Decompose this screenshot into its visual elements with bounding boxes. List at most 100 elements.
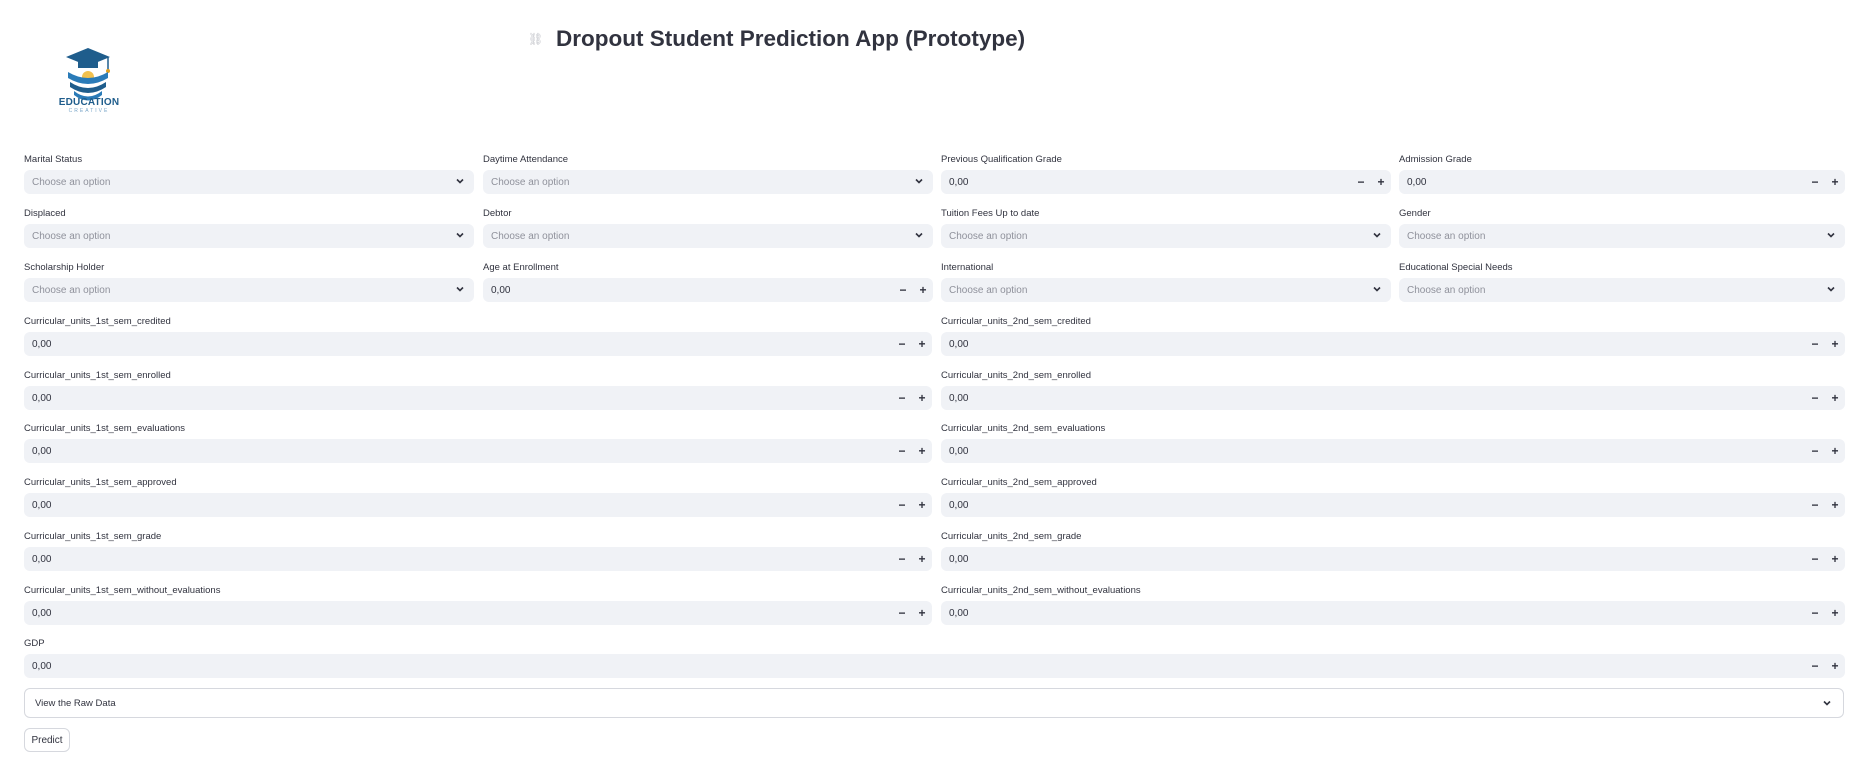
field-label: Curricular_units_1st_sem_without_evaluat… (24, 585, 221, 596)
plus-icon[interactable]: + (1825, 332, 1845, 356)
cu1-credited-input[interactable]: 0,00 − + (24, 332, 932, 356)
international-select[interactable]: Choose an option (941, 278, 1391, 302)
admission-grade-field: Admission Grade 0,00 − + (1399, 154, 1845, 194)
number-stepper: − + (1805, 170, 1845, 194)
field-label: Admission Grade (1399, 154, 1472, 165)
number-value: 0,00 (949, 445, 969, 457)
cu1-without-evaluations-input[interactable]: 0,00 − + (24, 601, 932, 625)
number-stepper: − + (1805, 439, 1845, 463)
minus-icon[interactable]: − (892, 439, 912, 463)
page-title: Dropout Student Prediction App (Prototyp… (556, 26, 1026, 51)
debtor-select[interactable]: Choose an option (483, 224, 933, 248)
minus-icon[interactable]: − (1805, 170, 1825, 194)
minus-icon[interactable]: − (1805, 493, 1825, 517)
logo-subtext: CREATIVE (68, 108, 110, 114)
field-label: Curricular_units_1st_sem_evaluations (24, 423, 186, 434)
cu2-without-evaluations-input[interactable]: 0,00 − + (941, 601, 1845, 625)
field-label: International (941, 262, 994, 273)
previous-qualification-grade-input[interactable]: 0,00 − + (941, 170, 1391, 194)
plus-icon[interactable]: + (1825, 601, 1845, 625)
number-stepper: − + (892, 386, 932, 410)
number-stepper: − + (893, 278, 933, 302)
cu1-evaluations-input[interactable]: 0,00 − + (24, 439, 932, 463)
select-placeholder: Choose an option (32, 230, 111, 242)
number-value: 0,00 (949, 338, 969, 350)
cu2-enrolled-input[interactable]: 0,00 − + (941, 386, 1845, 410)
cu2-grade-input[interactable]: 0,00 − + (941, 547, 1845, 571)
cu1-grade-input[interactable]: 0,00 − + (24, 547, 932, 571)
minus-icon[interactable]: − (1805, 601, 1825, 625)
plus-icon[interactable]: + (912, 332, 932, 356)
minus-icon[interactable]: − (1351, 170, 1371, 194)
plus-icon[interactable]: + (1825, 170, 1845, 194)
field-label: Displaced (24, 208, 66, 219)
cu1-enrolled-input[interactable]: 0,00 − + (24, 386, 932, 410)
number-value: 0,00 (491, 284, 511, 296)
select-placeholder: Choose an option (32, 284, 111, 296)
field-label: Scholarship Holder (24, 262, 105, 273)
minus-icon[interactable]: − (892, 601, 912, 625)
plus-icon[interactable]: + (1825, 439, 1845, 463)
displaced-select[interactable]: Choose an option (24, 224, 474, 248)
plus-icon[interactable]: + (1825, 547, 1845, 571)
minus-icon[interactable]: − (892, 386, 912, 410)
select-placeholder: Choose an option (491, 230, 570, 242)
select-placeholder: Choose an option (491, 176, 570, 188)
chevron-down-icon (1827, 232, 1835, 238)
minus-icon[interactable]: − (1805, 386, 1825, 410)
field-label: Curricular_units_2nd_sem_approved (941, 477, 1097, 488)
number-stepper: − + (1805, 332, 1845, 356)
admission-grade-input[interactable]: 0,00 − + (1399, 170, 1845, 194)
plus-icon[interactable]: + (1825, 654, 1845, 678)
link-icon[interactable]: ⛓ (528, 32, 543, 46)
cu2-enrolled-field: Curricular_units_2nd_sem_enrolled 0,00 −… (941, 370, 1845, 410)
logo-text: EDUCATION (58, 97, 120, 108)
plus-icon[interactable]: + (912, 439, 932, 463)
raw-data-expander[interactable]: View the Raw Data (24, 688, 1844, 718)
gdp-input[interactable]: 0,00 − + (24, 654, 1845, 678)
number-stepper: − + (1351, 170, 1391, 194)
chevron-down-icon (456, 286, 464, 292)
minus-icon[interactable]: − (893, 278, 913, 302)
number-stepper: − + (892, 439, 932, 463)
chevron-down-icon (1827, 286, 1835, 292)
field-label: Debtor (483, 208, 512, 219)
cu1-approved-input[interactable]: 0,00 − + (24, 493, 932, 517)
gender-select[interactable]: Choose an option (1399, 224, 1845, 248)
minus-icon[interactable]: − (1805, 547, 1825, 571)
cu2-credited-input[interactable]: 0,00 − + (941, 332, 1845, 356)
chevron-down-icon (456, 178, 464, 184)
educational-special-needs-field: Educational Special Needs Choose an opti… (1399, 262, 1845, 302)
plus-icon[interactable]: + (912, 493, 932, 517)
number-stepper: − + (1805, 493, 1845, 517)
predict-button[interactable]: Predict (24, 728, 70, 752)
marital-status-select[interactable]: Choose an option (24, 170, 474, 194)
cu2-approved-field: Curricular_units_2nd_sem_approved 0,00 −… (941, 477, 1845, 517)
cu2-evaluations-input[interactable]: 0,00 − + (941, 439, 1845, 463)
minus-icon[interactable]: − (1805, 332, 1825, 356)
minus-icon[interactable]: − (892, 547, 912, 571)
number-value: 0,00 (32, 553, 52, 565)
tuition-fees-select[interactable]: Choose an option (941, 224, 1391, 248)
age-at-enrollment-input[interactable]: 0,00 − + (483, 278, 933, 302)
plus-icon[interactable]: + (912, 601, 932, 625)
daytime-attendance-field: Daytime Attendance Choose an option (483, 154, 933, 194)
plus-icon[interactable]: + (1825, 386, 1845, 410)
plus-icon[interactable]: + (913, 278, 933, 302)
minus-icon[interactable]: − (1805, 654, 1825, 678)
educational-special-needs-select[interactable]: Choose an option (1399, 278, 1845, 302)
scholarship-holder-select[interactable]: Choose an option (24, 278, 474, 302)
minus-icon[interactable]: − (1805, 439, 1825, 463)
cu2-approved-input[interactable]: 0,00 − + (941, 493, 1845, 517)
plus-icon[interactable]: + (912, 386, 932, 410)
field-label: Curricular_units_2nd_sem_evaluations (941, 423, 1106, 434)
field-label: Daytime Attendance (483, 154, 569, 165)
plus-icon[interactable]: + (1825, 493, 1845, 517)
field-label: Curricular_units_1st_sem_grade (24, 531, 162, 542)
number-value: 0,00 (32, 445, 52, 457)
plus-icon[interactable]: + (1371, 170, 1391, 194)
minus-icon[interactable]: − (892, 493, 912, 517)
plus-icon[interactable]: + (912, 547, 932, 571)
minus-icon[interactable]: − (892, 332, 912, 356)
daytime-attendance-select[interactable]: Choose an option (483, 170, 933, 194)
